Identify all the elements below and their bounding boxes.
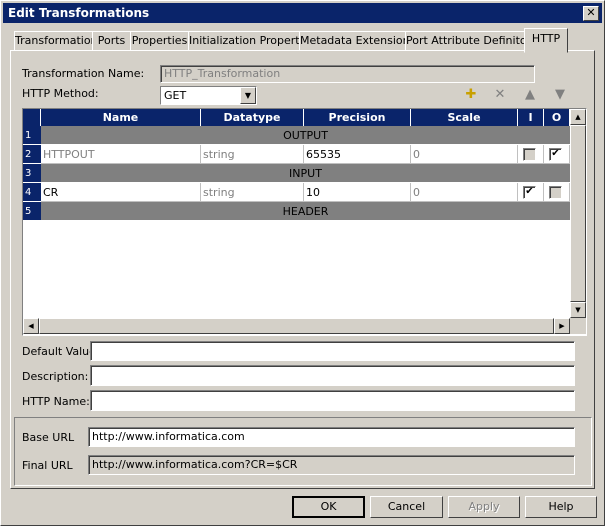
tab-http[interactable]: HTTP (524, 28, 568, 53)
ports-grid[interactable]: Name Datatype Precision Scale I O 1 OUTP… (22, 108, 587, 336)
row-number[interactable]: 4 (23, 183, 41, 202)
group-row-input[interactable]: INPUT (41, 164, 570, 183)
http-name-label: HTTP Name: (22, 395, 90, 408)
scroll-down-icon[interactable]: ▼ (570, 302, 586, 318)
group-row-output[interactable]: OUTPUT (41, 126, 570, 145)
scroll-right-icon[interactable]: ▶ (554, 318, 570, 334)
row-number[interactable]: 1 (23, 126, 41, 145)
move-down-icon[interactable]: ▼ (551, 86, 569, 104)
port-scale-cell[interactable]: 0 (411, 183, 518, 202)
move-up-icon[interactable]: ▲ (521, 86, 539, 104)
chevron-down-icon[interactable]: ▼ (240, 87, 256, 104)
http-method-value: GET (164, 89, 187, 102)
description-label: Description: (22, 370, 89, 383)
row-number[interactable]: 5 (23, 202, 41, 221)
tab-ports[interactable]: Ports (92, 31, 131, 52)
scroll-corner (570, 318, 586, 334)
base-url-field[interactable]: http://www.informatica.com (88, 427, 575, 447)
grid-corner-header (23, 109, 41, 126)
apply-button[interactable]: Apply (448, 496, 520, 518)
port-scale-cell[interactable]: 0 (411, 145, 518, 164)
ok-button[interactable]: OK (292, 496, 365, 518)
column-header-precision[interactable]: Precision (304, 109, 411, 126)
horizontal-scroll-thumb[interactable] (39, 318, 554, 334)
close-button[interactable]: ✕ (583, 6, 599, 21)
column-header-datatype[interactable]: Datatype (201, 109, 304, 126)
port-output-cell (544, 183, 570, 202)
output-checkbox[interactable] (549, 186, 562, 199)
horizontal-scrollbar[interactable]: ◀ ▶ (23, 318, 570, 334)
final-url-label: Final URL (22, 459, 73, 472)
scroll-left-icon[interactable]: ◀ (23, 318, 39, 334)
port-input-cell (518, 145, 544, 164)
tab-transformation[interactable]: Transformation (14, 31, 98, 52)
default-value-label: Default Value: (22, 345, 100, 358)
row-number[interactable]: 2 (23, 145, 41, 164)
port-precision-cell[interactable]: 10 (304, 183, 411, 202)
delete-icon[interactable]: ✕ (491, 86, 509, 104)
tab-properties[interactable]: Properties (130, 31, 189, 52)
vertical-scroll-thumb[interactable] (570, 125, 586, 302)
title-bar[interactable]: Edit Transformations ✕ (3, 3, 602, 23)
input-checkbox[interactable] (523, 148, 536, 161)
dialog-title: Edit Transformations (8, 6, 150, 20)
http-method-select[interactable]: GET ▼ (160, 86, 257, 105)
description-field[interactable] (90, 365, 575, 386)
port-precision-cell[interactable]: 65535 (304, 145, 411, 164)
group-row-header[interactable]: HEADER (41, 202, 570, 221)
port-datatype-cell[interactable]: string (201, 145, 304, 164)
port-output-cell: ✔ (544, 145, 570, 164)
default-value-field[interactable] (90, 341, 575, 361)
port-datatype-cell[interactable]: string (201, 183, 304, 202)
port-name-cell[interactable]: HTTPOUT (41, 145, 201, 164)
final-url-field: http://www.informatica.com?CR=$CR (88, 455, 575, 475)
transformation-name-field: HTTP_Transformation (160, 65, 535, 83)
input-checkbox[interactable]: ✔ (523, 186, 536, 199)
row-number[interactable]: 3 (23, 164, 41, 183)
http-method-label: HTTP Method: (22, 87, 99, 100)
scroll-up-icon[interactable]: ▲ (570, 109, 586, 125)
base-url-label: Base URL (22, 431, 75, 444)
column-header-input[interactable]: I (518, 109, 544, 126)
cancel-button[interactable]: Cancel (370, 496, 443, 518)
tab-metadata-extensions[interactable]: Metadata Extensions (299, 31, 415, 52)
tab-port-attribute-definitions[interactable]: Port Attribute Definitons (405, 31, 539, 52)
column-header-scale[interactable]: Scale (411, 109, 518, 126)
port-name-cell[interactable]: CR (41, 183, 201, 202)
help-button[interactable]: Help (525, 496, 597, 518)
vertical-scrollbar[interactable]: ▲ ▼ (570, 109, 586, 318)
column-header-name[interactable]: Name (41, 109, 201, 126)
tab-initialization-properties[interactable]: Initialization Properties (188, 31, 315, 52)
column-header-output[interactable]: O (544, 109, 570, 126)
transformation-name-label: Transformation Name: (22, 67, 145, 80)
output-checkbox[interactable]: ✔ (549, 148, 562, 161)
http-name-field[interactable] (90, 390, 575, 411)
port-input-cell: ✔ (518, 183, 544, 202)
new-port-icon[interactable]: ✚ (462, 86, 480, 104)
